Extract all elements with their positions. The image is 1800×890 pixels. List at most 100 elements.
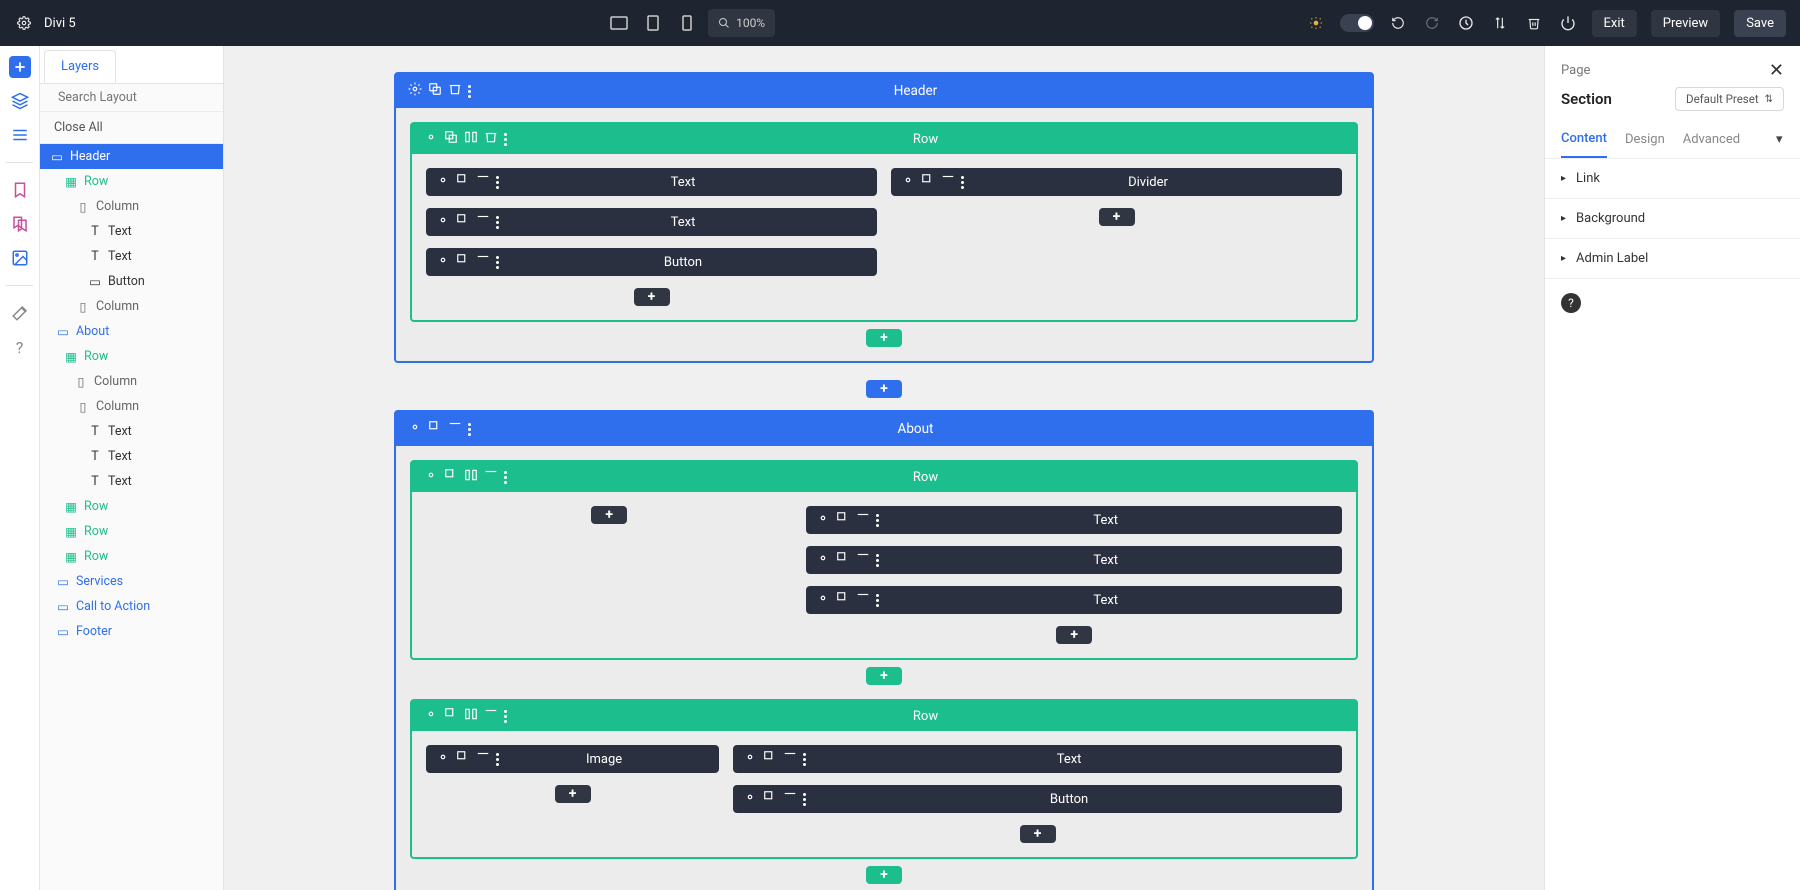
gear-icon[interactable] <box>816 551 830 569</box>
tree-section-about[interactable]: ▭ About <box>40 319 223 344</box>
columns-icon[interactable] <box>464 130 478 148</box>
canvas[interactable]: Header Row <box>224 46 1544 890</box>
tree-column[interactable]: ▯ Column <box>40 394 223 419</box>
gear-icon[interactable] <box>424 130 438 148</box>
redo-icon[interactable] <box>1422 13 1442 33</box>
section-header[interactable]: Header Row <box>394 72 1374 363</box>
gear-icon[interactable] <box>424 707 438 725</box>
trash-icon[interactable] <box>448 420 462 438</box>
trash-icon[interactable] <box>484 468 498 486</box>
tab-advanced[interactable]: Advanced <box>1683 122 1740 157</box>
preview-button[interactable]: Preview <box>1651 10 1720 37</box>
gear-icon[interactable] <box>424 468 438 486</box>
module-text[interactable]: Text <box>733 745 1342 773</box>
gear-icon[interactable] <box>816 591 830 609</box>
close-icon[interactable]: ✕ <box>1769 60 1784 81</box>
theme-toggle[interactable] <box>1340 14 1374 32</box>
duplicate-icon[interactable] <box>428 82 442 100</box>
gear-icon[interactable] <box>436 213 450 231</box>
panel-background[interactable]: ▸ Background <box>1545 199 1800 239</box>
power-icon[interactable] <box>1558 13 1578 33</box>
trash-icon[interactable] <box>1524 13 1544 33</box>
zoom-input[interactable]: 100% <box>708 9 775 37</box>
duplicate-icon[interactable] <box>456 173 470 191</box>
tree-row[interactable]: ▦ Row <box>40 344 223 369</box>
trash-icon[interactable] <box>783 790 797 808</box>
trash-icon[interactable] <box>484 130 498 148</box>
trash-icon[interactable] <box>476 253 490 271</box>
chevron-down-icon[interactable]: ▾ <box>1776 131 1783 149</box>
tree-text[interactable]: T Text <box>40 469 223 494</box>
module-button[interactable]: Button <box>426 248 877 276</box>
module-text[interactable]: Text <box>806 586 1342 614</box>
trash-icon[interactable] <box>476 173 490 191</box>
trash-icon[interactable] <box>856 591 870 609</box>
bookmark-rail-icon[interactable] <box>9 179 31 201</box>
trash-icon[interactable] <box>476 213 490 231</box>
tree-text[interactable]: T Text <box>40 219 223 244</box>
tree-row[interactable]: ▦ Row <box>40 494 223 519</box>
duplicate-icon[interactable] <box>763 750 777 768</box>
duplicate-icon[interactable] <box>836 511 850 529</box>
duplicate-icon[interactable] <box>763 790 777 808</box>
gear-icon[interactable] <box>14 13 34 33</box>
layers-tab[interactable]: Layers <box>44 50 116 83</box>
close-all-button[interactable]: Close All <box>40 112 223 144</box>
wand-rail-icon[interactable] <box>9 302 31 324</box>
duplicate-icon[interactable] <box>444 130 458 148</box>
tree-column[interactable]: ▯ Column <box>40 294 223 319</box>
add-module-button[interactable]: + <box>634 288 670 306</box>
tree-section-services[interactable]: ▭ Services <box>40 569 223 594</box>
module-text[interactable]: Text <box>426 208 877 236</box>
add-row-button[interactable]: + <box>866 866 902 884</box>
exit-button[interactable]: Exit <box>1592 10 1637 37</box>
duplicate-icon[interactable] <box>456 750 470 768</box>
module-text[interactable]: Text <box>806 506 1342 534</box>
trash-icon[interactable] <box>783 750 797 768</box>
desktop-view-icon[interactable] <box>606 10 632 36</box>
trash-icon[interactable] <box>484 707 498 725</box>
duplicate-icon[interactable] <box>836 591 850 609</box>
add-module-button[interactable]: + <box>1020 825 1056 843</box>
tree-button[interactable]: ▭ Button <box>40 269 223 294</box>
breadcrumb-page[interactable]: Page <box>1561 63 1590 78</box>
add-module-button[interactable]: + <box>591 506 627 524</box>
preset-dropdown[interactable]: Default Preset ⇅ <box>1675 87 1784 111</box>
gear-icon[interactable] <box>743 790 757 808</box>
module-text[interactable]: Text <box>806 546 1342 574</box>
module-text[interactable]: Text <box>426 168 877 196</box>
duplicate-icon[interactable] <box>428 420 442 438</box>
trash-icon[interactable] <box>476 750 490 768</box>
tree-text[interactable]: T Text <box>40 419 223 444</box>
undo-icon[interactable] <box>1388 13 1408 33</box>
tree-text[interactable]: T Text <box>40 244 223 269</box>
tree-section-header[interactable]: ▭ Header <box>40 144 223 169</box>
duplicate-icon[interactable] <box>444 707 458 725</box>
gear-icon[interactable] <box>436 750 450 768</box>
duplicate-icon[interactable] <box>836 551 850 569</box>
module-divider[interactable]: Divider <box>891 168 1342 196</box>
phone-view-icon[interactable] <box>674 10 700 36</box>
trash-icon[interactable] <box>856 551 870 569</box>
image-rail-icon[interactable] <box>9 247 31 269</box>
tree-row[interactable]: ▦ Row <box>40 544 223 569</box>
add-row-button[interactable]: + <box>866 329 902 347</box>
gear-icon[interactable] <box>436 173 450 191</box>
gear-icon[interactable] <box>436 253 450 271</box>
help-rail-icon[interactable]: ? <box>9 336 31 358</box>
history-icon[interactable] <box>1456 13 1476 33</box>
gear-icon[interactable] <box>901 173 915 191</box>
gear-icon[interactable] <box>743 750 757 768</box>
tab-design[interactable]: Design <box>1625 122 1665 157</box>
columns-icon[interactable] <box>464 468 478 486</box>
module-image[interactable]: Image <box>426 745 719 773</box>
add-row-button[interactable]: + <box>866 667 902 685</box>
tree-row[interactable]: ▦ Row <box>40 169 223 194</box>
tree-row[interactable]: ▦ Row <box>40 519 223 544</box>
layers-rail-icon[interactable] <box>9 90 31 112</box>
tablet-view-icon[interactable] <box>640 10 666 36</box>
trash-icon[interactable] <box>941 173 955 191</box>
save-button[interactable]: Save <box>1734 10 1786 37</box>
add-element-button[interactable] <box>9 56 31 78</box>
list-rail-icon[interactable] <box>9 124 31 146</box>
